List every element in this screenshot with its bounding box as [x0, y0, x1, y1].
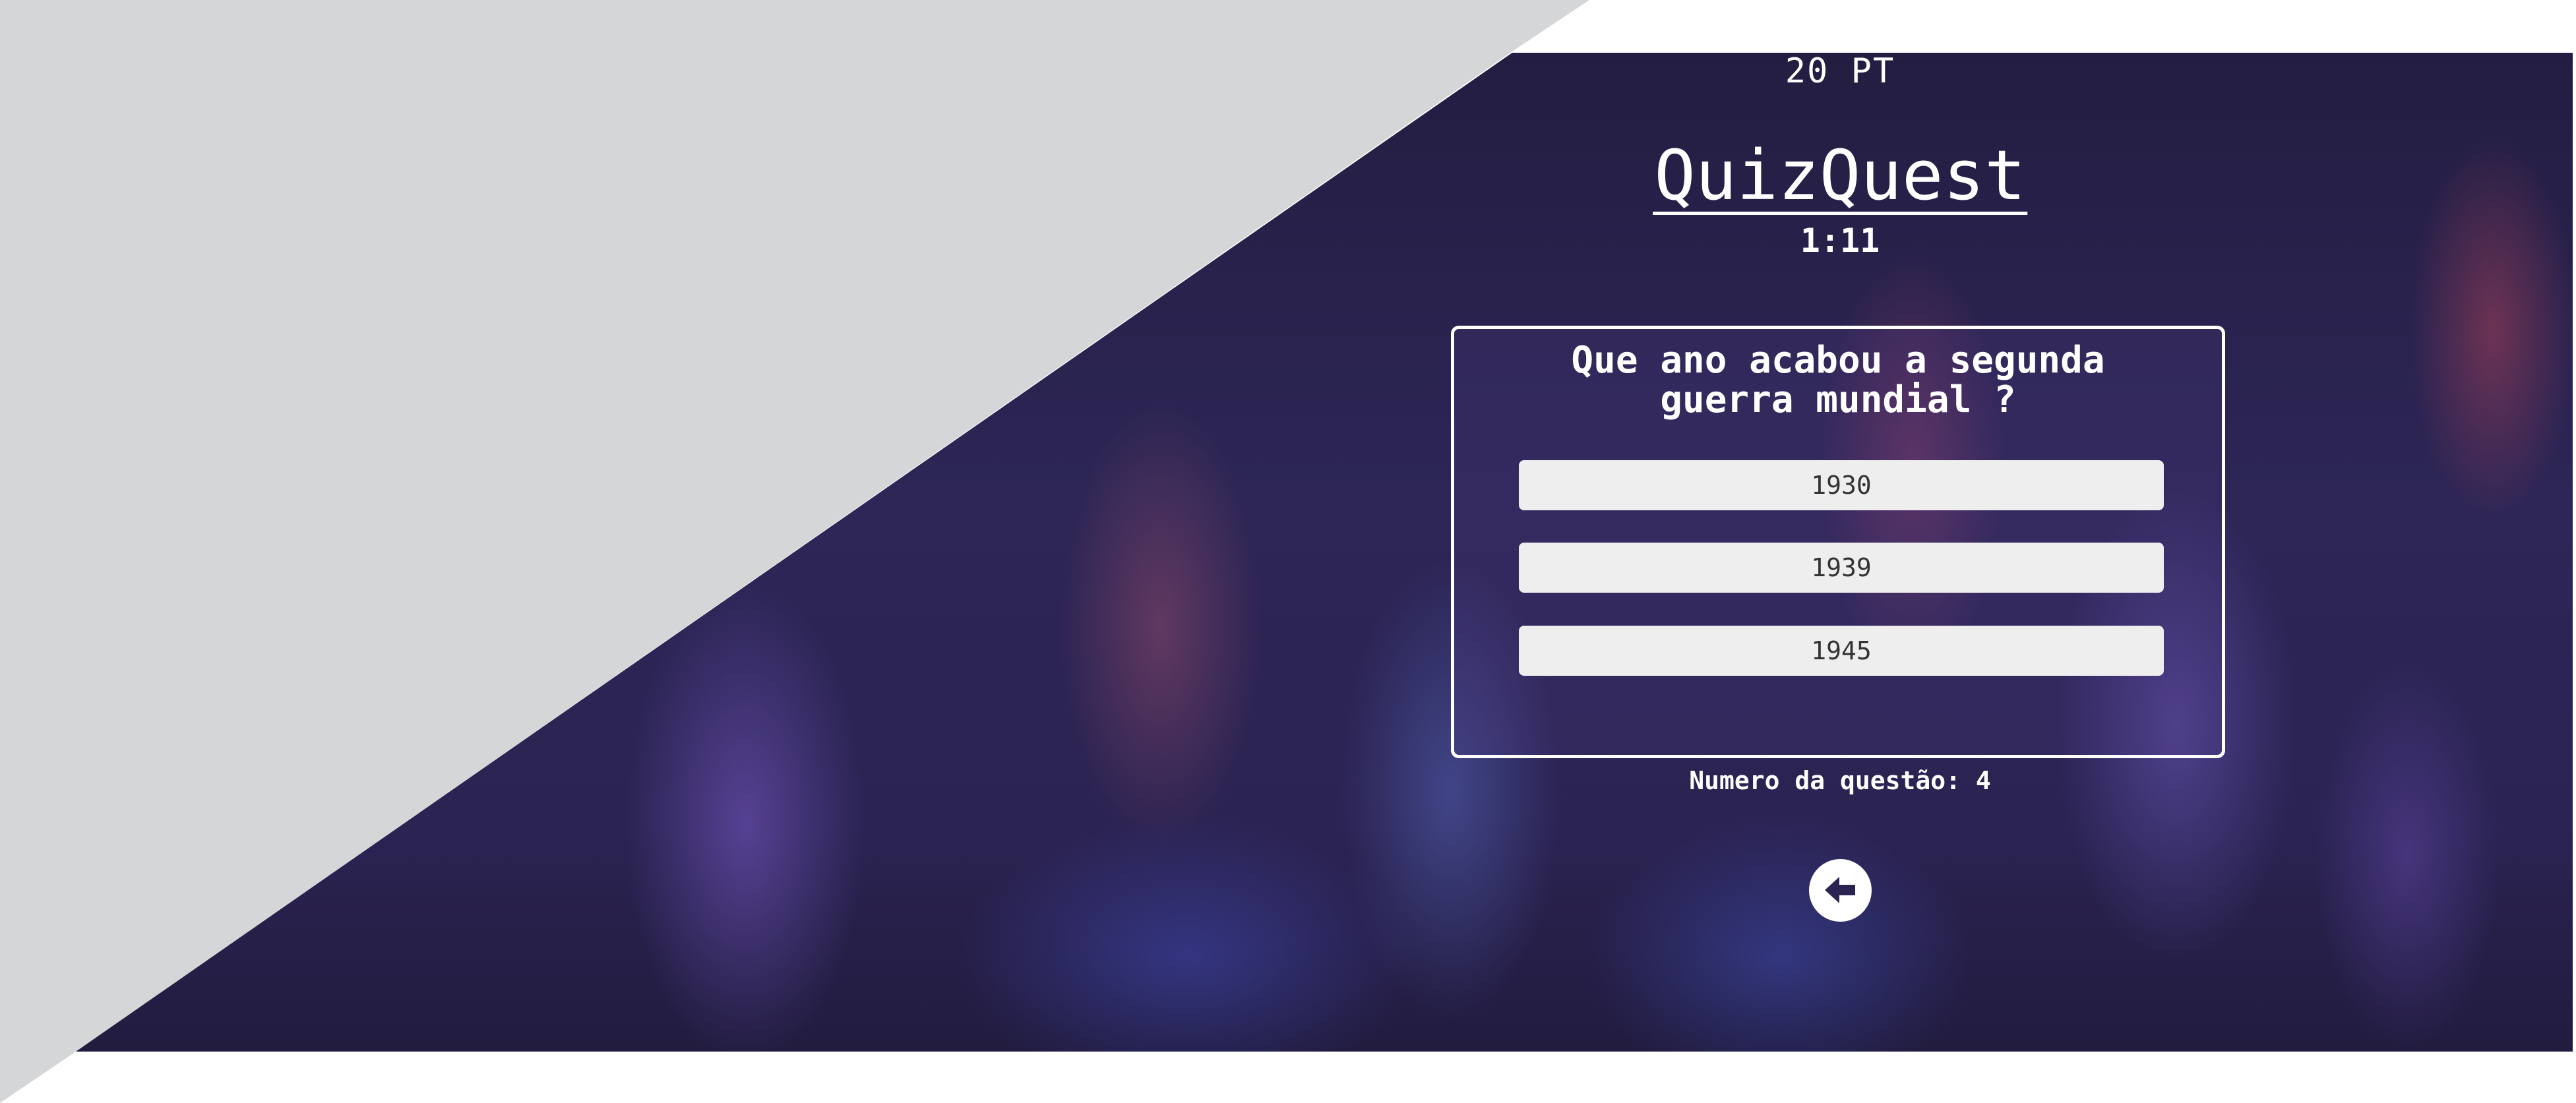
question-card: Que ano acabou a segunda guerra mundial … [1451, 326, 2225, 758]
answer-option-1[interactable]: 1930 [1519, 460, 2164, 510]
question-number-label: Numero da questão: 4 [1689, 766, 1991, 795]
screenshot-stage: 20 PT QuizQuest 1:11 Que ano acabou a se… [0, 0, 2576, 1103]
app-logo-title: QuizQuest [1653, 135, 2027, 216]
back-button[interactable] [1809, 859, 1872, 922]
score-display: 20 PT [1785, 51, 1895, 91]
question-text: Que ano acabou a segunda guerra mundial … [1571, 339, 2105, 421]
countdown-timer: 1:11 [1800, 222, 1880, 260]
arrow-left-icon [1825, 877, 1855, 903]
answer-option-3[interactable]: 1945 [1519, 626, 2164, 676]
answer-option-2[interactable]: 1939 [1519, 543, 2164, 593]
